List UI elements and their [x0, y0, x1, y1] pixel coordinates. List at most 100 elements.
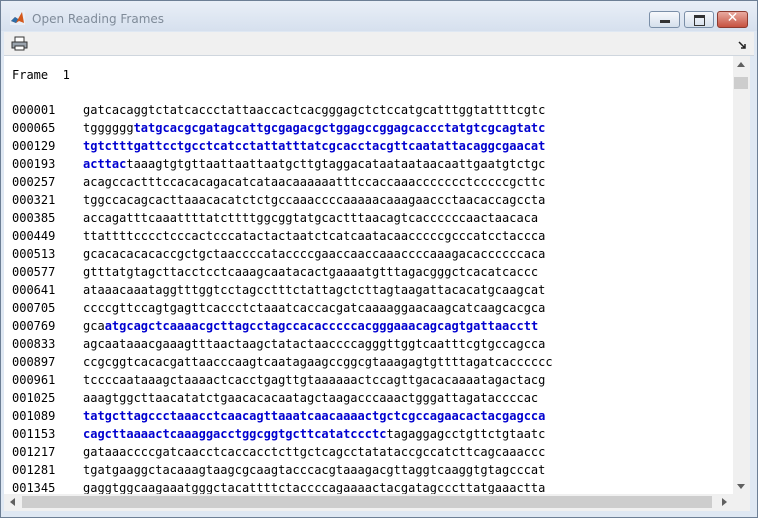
sequence-segment: accagatttcaaattttatcttttggcggtatgcacttta…: [83, 211, 539, 225]
toolbar: [4, 32, 754, 56]
row-index: 000257: [12, 175, 56, 189]
sequence-row: 000961 tccccaataaagctaaaactcacctgagttgtaa…: [12, 371, 553, 389]
row-index: 000833: [12, 337, 56, 351]
sequence-segment: gtttatgtagcttacctcctcaaagcaatacactgaaaat…: [83, 265, 539, 279]
orf-segment: acttac: [83, 157, 127, 171]
row-index: 000513: [12, 247, 56, 261]
sequence-segment: gataaaccccgatcaacctcaccacctcttgctcagccta…: [83, 445, 546, 459]
sequence-row: 000257 acagccactttccacacagacatcataacaaaaa…: [12, 173, 553, 191]
sequence-segment: gaggtggcaagaaatgggctacattttctaccccagaaaa…: [83, 481, 546, 494]
row-index: 000577: [12, 265, 56, 279]
sequence-segment: ccccgttccagtgagttcaccctctaaatcaccacgatca…: [83, 301, 546, 315]
row-index: 000193: [12, 157, 56, 171]
sequence-segment: agcaataaacgaaagtttaactaagctatactaaccccag…: [83, 337, 546, 351]
title-bar[interactable]: Open Reading Frames ✕: [1, 1, 757, 31]
row-index: 000385: [12, 211, 56, 225]
row-index: 001281: [12, 463, 56, 477]
sequence-text: gcaatgcagctcaaaacgcttagcctagccacacccccac…: [83, 319, 538, 333]
sequence-segment: tgatgaaggctacaaagtaagcgcaagtacccacgtaaag…: [83, 463, 546, 477]
horizontal-scrollbar[interactable]: [4, 494, 733, 511]
sequence-text: ccgcggtcacacgattaacccaagtcaatagaagccggcg…: [83, 355, 553, 369]
sequence-text: acagccactttccacacagacatcataacaaaaaatttcc…: [83, 175, 545, 189]
app-window: Open Reading Frames ✕ Frame 1 000001 gatc…: [0, 0, 758, 518]
row-index: 000001: [12, 103, 56, 117]
horizontal-scroll-thumb[interactable]: [22, 496, 712, 508]
scroll-left-arrow-icon[interactable]: [10, 498, 15, 506]
sequence-row: 001153 cagcttaaaactcaaaggacctggcggtgcttca…: [12, 425, 553, 443]
sequence-row: 000833 agcaataaacgaaagtttaactaagctatactaa…: [12, 335, 553, 353]
scroll-up-arrow-icon[interactable]: [737, 62, 745, 67]
sequence-text: acttactaaagtgtgttaattaattaatgcttgtaggaca…: [83, 157, 545, 171]
row-index: 001153: [12, 427, 56, 441]
row-index: 000641: [12, 283, 56, 297]
sequence-text: agcaataaacgaaagtttaactaagctatactaaccccag…: [83, 337, 545, 351]
row-index: 000961: [12, 373, 56, 387]
sequence-segment: tggccacagcacttaaacacatctctgccaaaccccaaaa…: [83, 193, 546, 207]
sequence-segment: gca: [83, 319, 105, 333]
orf-text-area[interactable]: Frame 1 000001 gatcacaggtctatcaccctattaac…: [4, 56, 733, 494]
row-index: 000705: [12, 301, 56, 315]
close-button[interactable]: ✕: [717, 10, 748, 28]
sequence-segment: taaagtgtgttaattaattaatgcttgtaggacataataa…: [126, 157, 546, 171]
frame-label: Frame 1: [12, 68, 70, 82]
sequence-segment: ttattttcccctcccactcccatactactaatctcatcaa…: [83, 229, 546, 243]
sequence-segment: ataaacaaataggtttggtcctagcctttctattagctct…: [83, 283, 546, 297]
sequence-text: ccccgttccagtgagttcaccctctaaatcaccacgatca…: [83, 301, 545, 315]
matlab-logo-icon: [10, 10, 25, 25]
sequence-row: 001281 tgatgaaggctacaaagtaagcgcaagtacccac…: [12, 461, 553, 479]
vertical-scroll-thumb[interactable]: [734, 77, 748, 89]
sequence-text: cagcttaaaactcaaaggacctggcggtgcttcatatccc…: [83, 427, 545, 441]
orf-segment: tatgcttagccctaaacctcaacagttaaatcaacaaaac…: [83, 409, 546, 423]
orf-segment: atgcagctcaaaacgcttagcctagccacacccccacggg…: [104, 319, 539, 333]
sequence-segment: ccgcggtcacacgattaacccaagtcaatagaagccggcg…: [83, 355, 553, 369]
row-index: 001089: [12, 409, 56, 423]
row-index: 001025: [12, 391, 56, 405]
sequence-row: 000129 tgtctttgattcctgcctcatcctattatttatc…: [12, 137, 553, 155]
row-index: 000065: [12, 121, 56, 135]
sequence-text: tgatgaaggctacaaagtaagcgcaagtacccacgtaaag…: [83, 463, 545, 477]
row-index: 001217: [12, 445, 56, 459]
sequence-segment: aaagtggcttaacatatctgaacacacaatagctaagacc…: [83, 391, 539, 405]
orf-segment: tatgcacgcgatagcattgcgagacgctggagccggagca…: [133, 121, 546, 135]
sequence-text: gaggtggcaagaaatgggctacattttctaccccagaaaa…: [83, 481, 545, 494]
sequence-text: gataaaccccgatcaacctcaccacctcttgctcagccta…: [83, 445, 545, 459]
vertical-scrollbar[interactable]: [733, 56, 750, 494]
sequence-row: 001025 aaagtggcttaacatatctgaacacacaatagct…: [12, 389, 553, 407]
sequence-segment: acagccactttccacacagacatcataacaaaaaatttcc…: [83, 175, 546, 189]
sequence-segment: gatcacaggtctatcaccctattaaccactcacgggagct…: [83, 103, 546, 117]
sequence-rows: 000001 gatcacaggtctatcaccctattaaccactcacg…: [12, 101, 553, 494]
sequence-segment: tgggggg: [83, 121, 134, 135]
sequence-text: tatgcttagccctaaacctcaacagttaaatcaacaaaac…: [83, 409, 545, 423]
orf-segment: cagcttaaaactcaaaggacctggcggtgcttcatatccc…: [83, 427, 387, 441]
sequence-row: 000065 tggggggtatgcacgcgatagcattgcgagacgc…: [12, 119, 553, 137]
dock-arrow-icon[interactable]: [738, 41, 747, 50]
sequence-row: 000705 ccccgttccagtgagttcaccctctaaatcacca…: [12, 299, 553, 317]
row-index: 001345: [12, 481, 56, 494]
sequence-row: 000769 gcaatgcagctcaaaacgcttagcctagccacac…: [12, 317, 553, 335]
sequence-row: 000321 tggccacagcacttaaacacatctctgccaaacc…: [12, 191, 553, 209]
sequence-segment: tccccaataaagctaaaactcacctgagttgtaaaaaact…: [83, 373, 546, 387]
close-icon: ✕: [726, 10, 739, 26]
sequence-segment: gcacacacacaccgctgctaaccccataccccgaaccaac…: [83, 247, 546, 261]
sequence-text: gtttatgtagcttacctcctcaaagcaatacactgaaaat…: [83, 265, 538, 279]
minimize-button[interactable]: [649, 11, 680, 28]
sequence-row: 000449 ttattttcccctcccactcccatactactaatct…: [12, 227, 553, 245]
row-index: 000321: [12, 193, 56, 207]
printer-icon[interactable]: [11, 36, 28, 51]
sequence-row: 000897 ccgcggtcacacgattaacccaagtcaatagaag…: [12, 353, 553, 371]
sequence-text: tgtctttgattcctgcctcatcctattatttatcgcacct…: [83, 139, 545, 153]
scroll-down-arrow-icon[interactable]: [737, 484, 745, 489]
sequence-row: 001345 gaggtggcaagaaatgggctacattttctacccc…: [12, 479, 553, 494]
sequence-text: aaagtggcttaacatatctgaacacacaatagctaagacc…: [83, 391, 538, 405]
sequence-row: 000385 accagatttcaaattttatcttttggcggtatgc…: [12, 209, 553, 227]
row-index: 000449: [12, 229, 56, 243]
sequence-row: 001217 gataaaccccgatcaacctcaccacctcttgctc…: [12, 443, 553, 461]
sequence-text: gcacacacacaccgctgctaaccccataccccgaaccaac…: [83, 247, 545, 261]
sequence-text: gatcacaggtctatcaccctattaaccactcacgggagct…: [83, 103, 545, 117]
sequence-text: tggggggtatgcacgcgatagcattgcgagacgctggagc…: [83, 121, 545, 135]
sequence-row: 000193 acttactaaagtgtgttaattaattaatgcttgt…: [12, 155, 553, 173]
sequence-text: ataaacaaataggtttggtcctagcctttctattagctct…: [83, 283, 545, 297]
sequence-text: ttattttcccctcccactcccatactactaatctcatcaa…: [83, 229, 545, 243]
maximize-button[interactable]: [684, 11, 714, 28]
scroll-right-arrow-icon[interactable]: [722, 498, 727, 506]
